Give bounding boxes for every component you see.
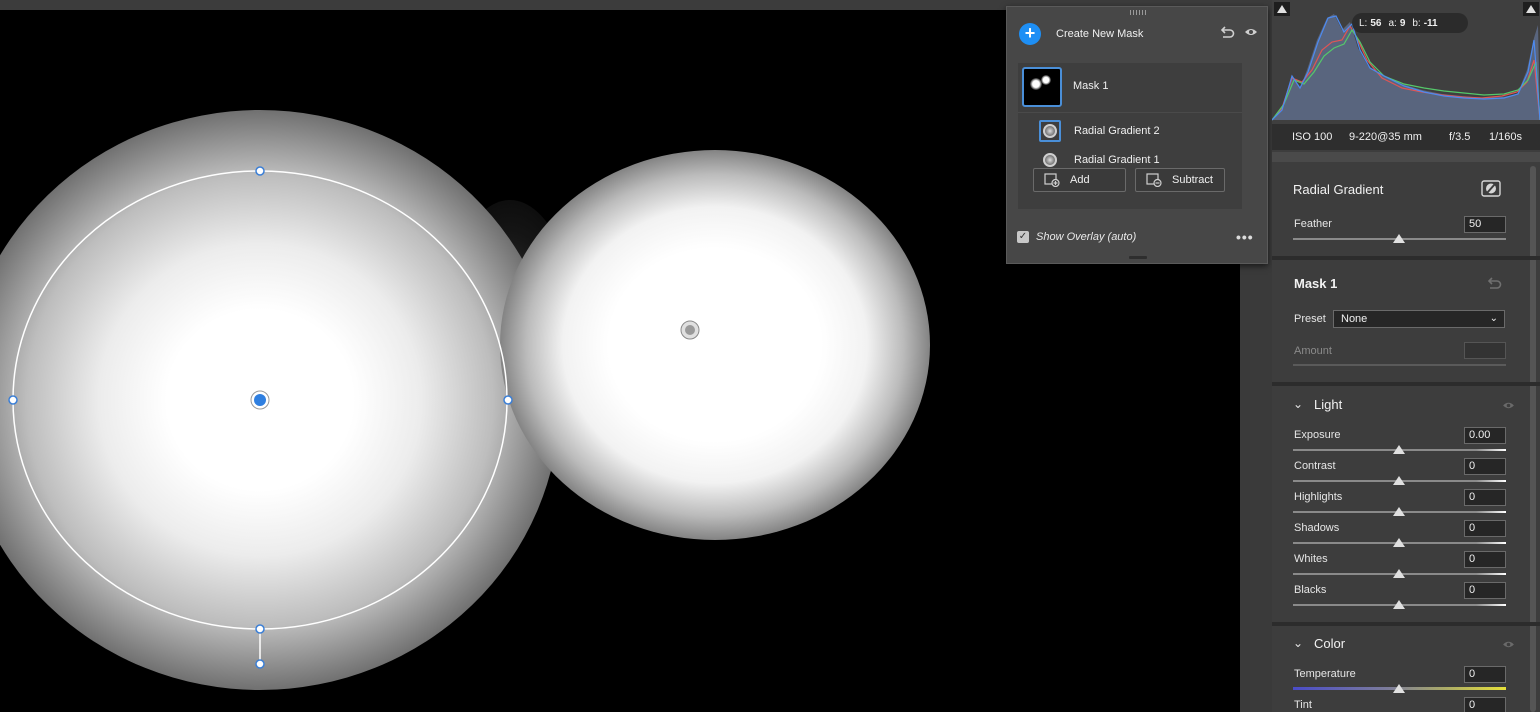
resize-handle-right[interactable] <box>503 395 513 405</box>
resize-handle-left[interactable] <box>8 395 18 405</box>
exposure-slider-thumb[interactable] <box>1393 445 1405 454</box>
light-visibility-eye-icon[interactable] <box>1502 401 1515 410</box>
exif-iso: ISO 100 <box>1292 131 1333 143</box>
temperature-label: Temperature <box>1294 668 1356 680</box>
amount-slider-track <box>1293 364 1506 366</box>
reset-mask-icon[interactable] <box>1486 276 1502 290</box>
temperature-slider-thumb[interactable] <box>1393 684 1405 693</box>
temperature-value-field[interactable]: 0 <box>1464 666 1506 683</box>
rotate-handle[interactable] <box>255 659 265 669</box>
mask-thumbnail <box>1022 67 1062 107</box>
resize-handle-bottom[interactable] <box>255 624 265 634</box>
lab-l-value: 56 <box>1370 17 1382 29</box>
chevron-down-icon: ⌄ <box>1489 313 1498 324</box>
add-button-label: Add <box>1070 174 1090 186</box>
color-section-title[interactable]: Color <box>1314 636 1345 651</box>
preset-dropdown[interactable]: None ⌄ <box>1333 310 1505 328</box>
mask-component-radial-gradient-2[interactable]: Radial Gradient 2 <box>1018 117 1242 145</box>
highlights-value-field[interactable]: 0 <box>1464 489 1506 506</box>
highlights-label: Highlights <box>1294 491 1343 503</box>
exposure-label: Exposure <box>1294 429 1341 441</box>
resize-handle-top[interactable] <box>255 166 265 176</box>
invert-gradient-icon[interactable] <box>1481 180 1501 197</box>
blacks-slider-thumb[interactable] <box>1393 600 1405 609</box>
tint-value-field[interactable]: 0 <box>1464 697 1506 712</box>
exif-aperture: f/3.5 <box>1449 131 1471 143</box>
subtract-button-label: Subtract <box>1172 174 1213 186</box>
amount-label: Amount <box>1294 345 1332 357</box>
section-divider <box>1272 622 1540 626</box>
lab-l-label: L: <box>1359 17 1368 29</box>
shadows-value-field[interactable]: 0 <box>1464 520 1506 537</box>
shadows-slider-thumb[interactable] <box>1393 538 1405 547</box>
light-section-title[interactable]: Light <box>1314 397 1342 412</box>
exposure-value-field[interactable]: 0.00 <box>1464 427 1506 444</box>
color-visibility-eye-icon[interactable] <box>1502 640 1515 649</box>
blacks-value-field[interactable]: 0 <box>1464 582 1506 599</box>
panel-separator <box>1272 152 1540 162</box>
show-overlay-checkbox[interactable]: ✓ <box>1017 231 1029 243</box>
highlights-slider-thumb[interactable] <box>1393 507 1405 516</box>
radial-gradient-icon <box>1039 120 1061 142</box>
shadow-clipping-icon[interactable] <box>1274 2 1290 16</box>
mask-section-title: Mask 1 <box>1294 276 1338 291</box>
contrast-value-field[interactable]: 0 <box>1464 458 1506 475</box>
contrast-slider-thumb[interactable] <box>1393 476 1405 485</box>
exif-lens: 9-220@35 mm <box>1349 131 1422 143</box>
show-overlay-toggle[interactable]: ✓ Show Overlay (auto) <box>1017 229 1257 245</box>
panel-resize-handle[interactable] <box>1129 256 1147 259</box>
subtract-mask-icon <box>1146 173 1162 187</box>
more-options-icon[interactable]: ••• <box>1236 229 1254 245</box>
preset-dropdown-value: None <box>1341 313 1368 325</box>
lab-b-label: b: <box>1412 17 1421 29</box>
show-overlay-label: Show Overlay (auto) <box>1036 231 1137 243</box>
blacks-label: Blacks <box>1294 584 1327 596</box>
lab-a-value: 9 <box>1399 17 1406 29</box>
amount-value-field <box>1464 342 1506 359</box>
gradient-center-pin-inactive-dot <box>685 325 695 335</box>
lab-b-value: -11 <box>1423 17 1438 29</box>
masks-panel: + Create New Mask Mask 1 Radial Gradient… <box>1006 6 1268 264</box>
add-mask-icon <box>1044 173 1060 187</box>
color-collapse-chevron-icon[interactable]: ⌄ <box>1293 636 1303 650</box>
mask-item[interactable]: Mask 1 <box>1018 63 1242 113</box>
tint-label: Tint <box>1294 699 1312 711</box>
eye-icon[interactable] <box>1244 27 1258 37</box>
feather-slider-thumb[interactable] <box>1393 234 1405 243</box>
radial-gradient-title: Radial Gradient <box>1293 182 1384 197</box>
panel-scrollbar[interactable] <box>1530 166 1536 712</box>
add-button[interactable]: Add <box>1033 168 1126 192</box>
reset-icon[interactable] <box>1219 25 1235 39</box>
create-new-mask-label: Create New Mask <box>1056 28 1144 40</box>
highlight-clipping-icon[interactable] <box>1523 2 1539 16</box>
gradient-center-pin-dot <box>254 394 266 406</box>
section-divider <box>1272 256 1540 260</box>
exif-info-bar: ISO 100 9-220@35 mm f/3.5 1/160s <box>1272 124 1540 150</box>
light-collapse-chevron-icon[interactable]: ⌄ <box>1293 397 1303 411</box>
component-label: Radial Gradient 2 <box>1074 125 1160 137</box>
contrast-label: Contrast <box>1294 460 1336 472</box>
lab-readout: L: 56 a: 9 b: -11 <box>1352 13 1468 33</box>
whites-slider-thumb[interactable] <box>1393 569 1405 578</box>
component-label: Radial Gradient 1 <box>1074 154 1160 166</box>
preset-label: Preset <box>1294 313 1326 325</box>
exif-shutter: 1/160s <box>1489 131 1523 143</box>
drag-grip-icon[interactable] <box>1130 10 1148 15</box>
feather-value-field[interactable]: 50 <box>1464 216 1506 233</box>
section-divider <box>1272 382 1540 386</box>
subtract-button[interactable]: Subtract <box>1135 168 1225 192</box>
lab-a-label: a: <box>1388 17 1397 29</box>
whites-value-field[interactable]: 0 <box>1464 551 1506 568</box>
feather-label: Feather <box>1294 218 1332 230</box>
whites-label: Whites <box>1294 553 1328 565</box>
plus-icon: + <box>1019 23 1041 45</box>
shadows-label: Shadows <box>1294 522 1340 534</box>
mask-item-label: Mask 1 <box>1073 80 1109 92</box>
